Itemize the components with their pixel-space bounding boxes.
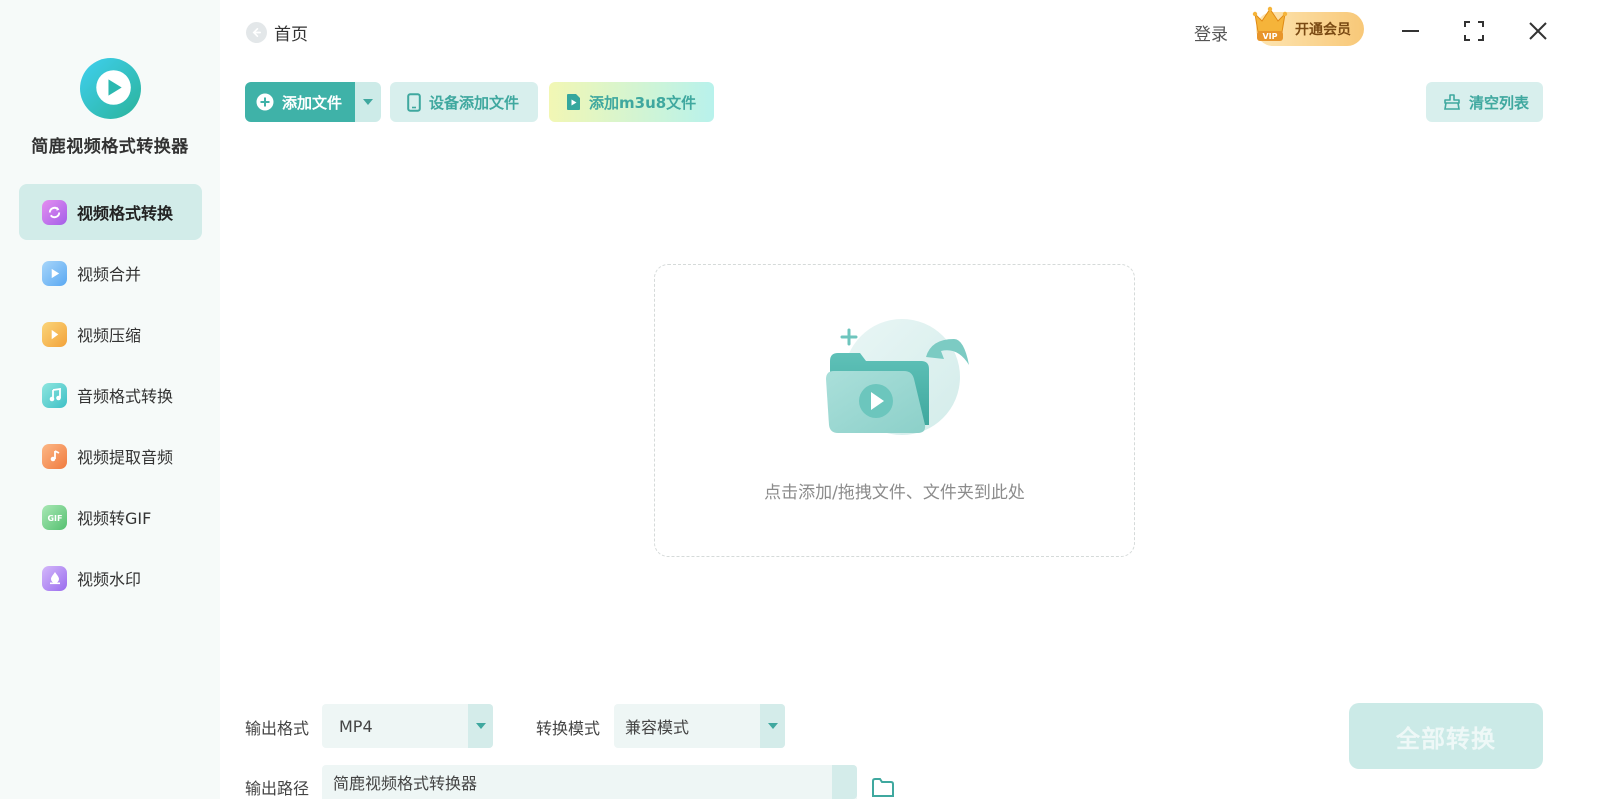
add-file-button[interactable]: 添加文件	[245, 82, 355, 122]
maximize-icon[interactable]	[1460, 17, 1488, 45]
sidebar-item-label: 视频合并	[77, 265, 142, 284]
add-m3u8-file-label: 添加m3u8文件	[589, 93, 697, 112]
gif-icon: GIF	[42, 504, 67, 530]
video-merge-icon	[42, 260, 67, 286]
file-drop-zone[interactable]: 点击添加/拖拽文件、文件夹到此处	[654, 264, 1135, 557]
output-format-label: 输出格式	[245, 719, 310, 738]
output-path-field[interactable]: 简鹿视频格式转换器	[322, 765, 857, 799]
video-convert-icon	[42, 199, 67, 225]
sidebar-item-video-convert[interactable]: 视频格式转换	[19, 184, 202, 240]
svg-text:GIF: GIF	[47, 514, 62, 523]
clear-list-button[interactable]: 清空列表	[1426, 82, 1543, 122]
sidebar-item-label: 视频格式转换	[77, 204, 174, 223]
convert-all-button[interactable]: 全部转换	[1349, 703, 1543, 769]
output-path-value: 简鹿视频格式转换器	[333, 774, 478, 793]
add-file-dropdown[interactable]	[355, 82, 381, 122]
output-format-select[interactable]: MP4	[322, 704, 493, 748]
sidebar-nav: 视频格式转换 视频合并 视频压缩 音频格式转换 视频提取音频 GIF 视频转GI…	[19, 184, 202, 611]
broom-icon	[1444, 94, 1460, 110]
phone-icon	[407, 92, 421, 112]
extract-audio-icon	[42, 443, 67, 469]
add-file-split-button: 添加文件	[245, 82, 381, 122]
chevron-down-icon	[363, 99, 373, 105]
plus-circle-icon	[256, 93, 274, 111]
folder-icon[interactable]	[871, 776, 895, 799]
sidebar-item-video-compress[interactable]: 视频压缩	[19, 306, 202, 362]
app-logo-icon	[80, 58, 141, 119]
output-path-label: 输出路径	[245, 779, 310, 798]
watermark-icon	[42, 565, 67, 591]
back-home-button[interactable]: 首页	[246, 20, 308, 45]
sidebar-item-video-watermark[interactable]: 视频水印	[19, 550, 202, 606]
back-home-label: 首页	[274, 25, 308, 45]
sidebar-item-video-to-gif[interactable]: GIF 视频转GIF	[19, 489, 202, 545]
vip-button[interactable]: VIP 开通会员	[1252, 6, 1364, 46]
video-compress-icon	[42, 321, 67, 347]
drop-zone-hint: 点击添加/拖拽文件、文件夹到此处	[764, 483, 1025, 503]
add-file-label: 添加文件	[282, 93, 343, 112]
audio-convert-icon	[42, 382, 67, 408]
vip-label: 开通会员	[1295, 22, 1351, 38]
minimize-icon[interactable]	[1397, 17, 1425, 45]
m3u8-file-icon	[567, 94, 580, 110]
clear-list-label: 清空列表	[1469, 93, 1530, 112]
sidebar-item-label: 音频格式转换	[77, 387, 174, 406]
login-link[interactable]: 登录	[1194, 20, 1228, 45]
vip-badge-text: VIP	[1262, 32, 1277, 41]
sidebar-item-audio-convert[interactable]: 音频格式转换	[19, 367, 202, 423]
sidebar: 简鹿视频格式转换器 视频格式转换 视频合并 视频压缩 音频格式转换 视频提取音频…	[0, 0, 220, 799]
chevron-down-icon	[760, 704, 785, 748]
device-add-file-label: 设备添加文件	[429, 93, 520, 112]
chevron-down-icon	[832, 765, 857, 799]
sidebar-item-video-merge[interactable]: 视频合并	[19, 245, 202, 301]
app-name: 简鹿视频格式转换器	[31, 137, 189, 157]
chevron-down-icon	[468, 704, 493, 748]
convert-mode-label: 转换模式	[536, 719, 601, 738]
convert-all-label: 全部转换	[1396, 724, 1496, 753]
sidebar-item-label: 视频压缩	[77, 326, 142, 345]
convert-mode-select[interactable]: 兼容模式	[614, 704, 785, 748]
sidebar-item-label: 视频转GIF	[77, 509, 152, 528]
vip-crown-icon: VIP	[1252, 6, 1288, 41]
back-arrow-icon	[246, 22, 267, 43]
add-m3u8-file-button[interactable]: 添加m3u8文件	[549, 82, 714, 122]
sidebar-item-extract-audio[interactable]: 视频提取音频	[19, 428, 202, 484]
convert-mode-value: 兼容模式	[625, 718, 690, 737]
close-icon[interactable]	[1524, 17, 1552, 45]
device-add-file-button[interactable]: 设备添加文件	[390, 82, 538, 122]
add-folder-illustration-icon	[826, 319, 969, 435]
sidebar-item-label: 视频水印	[77, 570, 142, 589]
output-format-value: MP4	[339, 716, 373, 736]
sidebar-item-label: 视频提取音频	[77, 448, 174, 467]
